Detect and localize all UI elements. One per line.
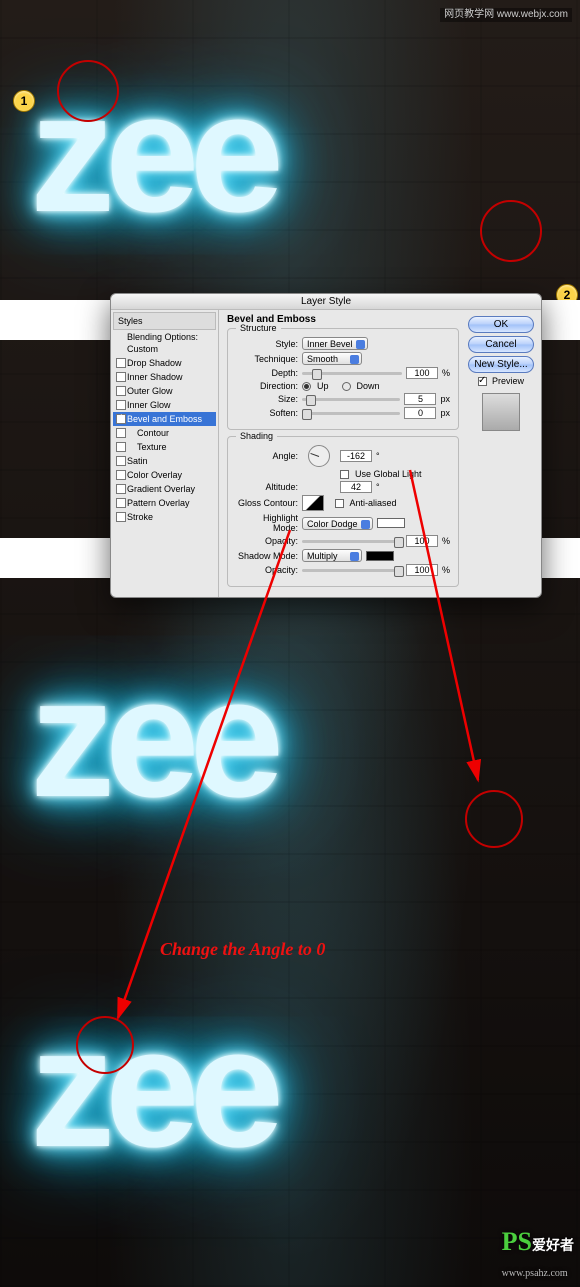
style-dropdown[interactable]: Inner Bevel xyxy=(302,337,368,350)
style-label: Style: xyxy=(236,339,298,349)
technique-label: Technique: xyxy=(236,354,298,364)
shadow-opacity-label: Opacity: xyxy=(236,565,298,575)
layer-style-dialog: Layer Style Styles Blending Options: Cus… xyxy=(110,293,542,598)
color-overlay-item[interactable]: Color Overlay xyxy=(113,468,216,482)
styles-sidebar: Styles Blending Options: Custom Drop Sha… xyxy=(111,310,219,597)
blending-options[interactable]: Blending Options: Custom xyxy=(113,330,216,356)
highlight-color[interactable] xyxy=(377,518,405,528)
altitude-input[interactable]: 42 xyxy=(340,481,372,493)
marker-1: 1 xyxy=(13,90,35,112)
inner-shadow-item[interactable]: Inner Shadow xyxy=(113,370,216,384)
wm-brand: PS xyxy=(502,1227,532,1256)
shading-group: Shading Angle:-162° Use Global Light Alt… xyxy=(227,436,459,587)
soften-slider[interactable] xyxy=(302,412,400,415)
shadow-mode-label: Shadow Mode: xyxy=(236,551,298,561)
angle-input[interactable]: -162 xyxy=(340,450,372,462)
up-label: Up xyxy=(317,381,329,391)
caption-text: Change the Angle to 0 xyxy=(160,940,325,958)
sidebar-header[interactable]: Styles xyxy=(113,312,216,330)
depth-label: Depth: xyxy=(236,368,298,378)
contour-item[interactable]: Contour xyxy=(113,426,216,440)
highlight-mode-dropdown[interactable]: Color Dodge xyxy=(302,517,373,530)
shadow-color[interactable] xyxy=(366,551,394,561)
structure-legend: Structure xyxy=(236,323,281,333)
highlight-mode-label: Highlight Mode: xyxy=(236,513,298,533)
wm-text: 爱好者 xyxy=(532,1239,574,1254)
altitude-label: Altitude: xyxy=(236,482,298,492)
soften-unit: px xyxy=(440,408,450,418)
outer-glow-item[interactable]: Outer Glow xyxy=(113,384,216,398)
watermark-bottom: PS爱好者 www.psahz.com xyxy=(502,1229,574,1281)
bevel-emboss-item[interactable]: Bevel and Emboss xyxy=(113,412,216,426)
down-label: Down xyxy=(357,381,380,391)
depth-slider[interactable] xyxy=(302,372,402,375)
annotation-circle-2 xyxy=(480,200,542,262)
shadow-opacity-slider[interactable] xyxy=(302,569,402,572)
gloss-contour-picker[interactable] xyxy=(302,495,324,511)
annotation-circle-3 xyxy=(465,790,523,848)
depth-unit: % xyxy=(442,368,450,378)
ok-button[interactable]: OK xyxy=(468,316,534,333)
preview-swatch xyxy=(482,393,520,431)
watermark-top: 网页教学网 www.webjx.com xyxy=(440,8,572,22)
gradient-overlay-item[interactable]: Gradient Overlay xyxy=(113,482,216,496)
global-light-checkbox[interactable] xyxy=(340,470,349,479)
size-input[interactable]: 5 xyxy=(404,393,436,405)
shadow-mode-dropdown[interactable]: Multiply xyxy=(302,549,362,562)
depth-input[interactable]: 100 xyxy=(406,367,438,379)
soften-input[interactable]: 0 xyxy=(404,407,436,419)
gloss-label: Gloss Contour: xyxy=(236,498,298,508)
preview-label: Preview xyxy=(492,376,524,386)
texture-item[interactable]: Texture xyxy=(113,440,216,454)
hopacity-unit: % xyxy=(442,536,450,546)
pattern-overlay-item[interactable]: Pattern Overlay xyxy=(113,496,216,510)
direction-label: Direction: xyxy=(236,381,298,391)
size-slider[interactable] xyxy=(302,398,400,401)
altitude-deg: ° xyxy=(376,482,380,492)
angle-deg: ° xyxy=(376,451,380,461)
dialog-title: Layer Style xyxy=(111,294,541,310)
direction-up-radio[interactable] xyxy=(302,382,311,391)
aa-label: Anti-aliased xyxy=(350,498,397,508)
structure-group: Structure Style:Inner Bevel Technique:Sm… xyxy=(227,328,459,430)
technique-dropdown[interactable]: Smooth xyxy=(302,352,362,365)
direction-down-radio[interactable] xyxy=(342,382,351,391)
highlight-opacity-slider[interactable] xyxy=(302,540,402,543)
inner-glow-item[interactable]: Inner Glow xyxy=(113,398,216,412)
stroke-item[interactable]: Stroke xyxy=(113,510,216,524)
angle-dial[interactable] xyxy=(308,445,330,467)
preview-checkbox[interactable] xyxy=(478,377,487,386)
drop-shadow-item[interactable]: Drop Shadow xyxy=(113,356,216,370)
global-light-label: Use Global Light xyxy=(355,469,422,479)
angle-label: Angle: xyxy=(236,451,298,461)
cancel-button[interactable]: Cancel xyxy=(468,336,534,353)
antialiased-checkbox[interactable] xyxy=(335,499,344,508)
annotation-circle-4 xyxy=(76,1016,134,1074)
sopacity-unit: % xyxy=(442,565,450,575)
new-style-button[interactable]: New Style... xyxy=(468,356,534,373)
soften-label: Soften: xyxy=(236,408,298,418)
shading-legend: Shading xyxy=(236,431,277,441)
highlight-opacity-label: Opacity: xyxy=(236,536,298,546)
size-label: Size: xyxy=(236,394,298,404)
wm-url: www.psahz.com xyxy=(502,1268,568,1279)
satin-item[interactable]: Satin xyxy=(113,454,216,468)
annotation-circle-1 xyxy=(57,60,119,122)
size-unit: px xyxy=(440,394,450,404)
highlight-opacity-input[interactable]: 100 xyxy=(406,535,438,547)
shadow-opacity-input[interactable]: 100 xyxy=(406,564,438,576)
